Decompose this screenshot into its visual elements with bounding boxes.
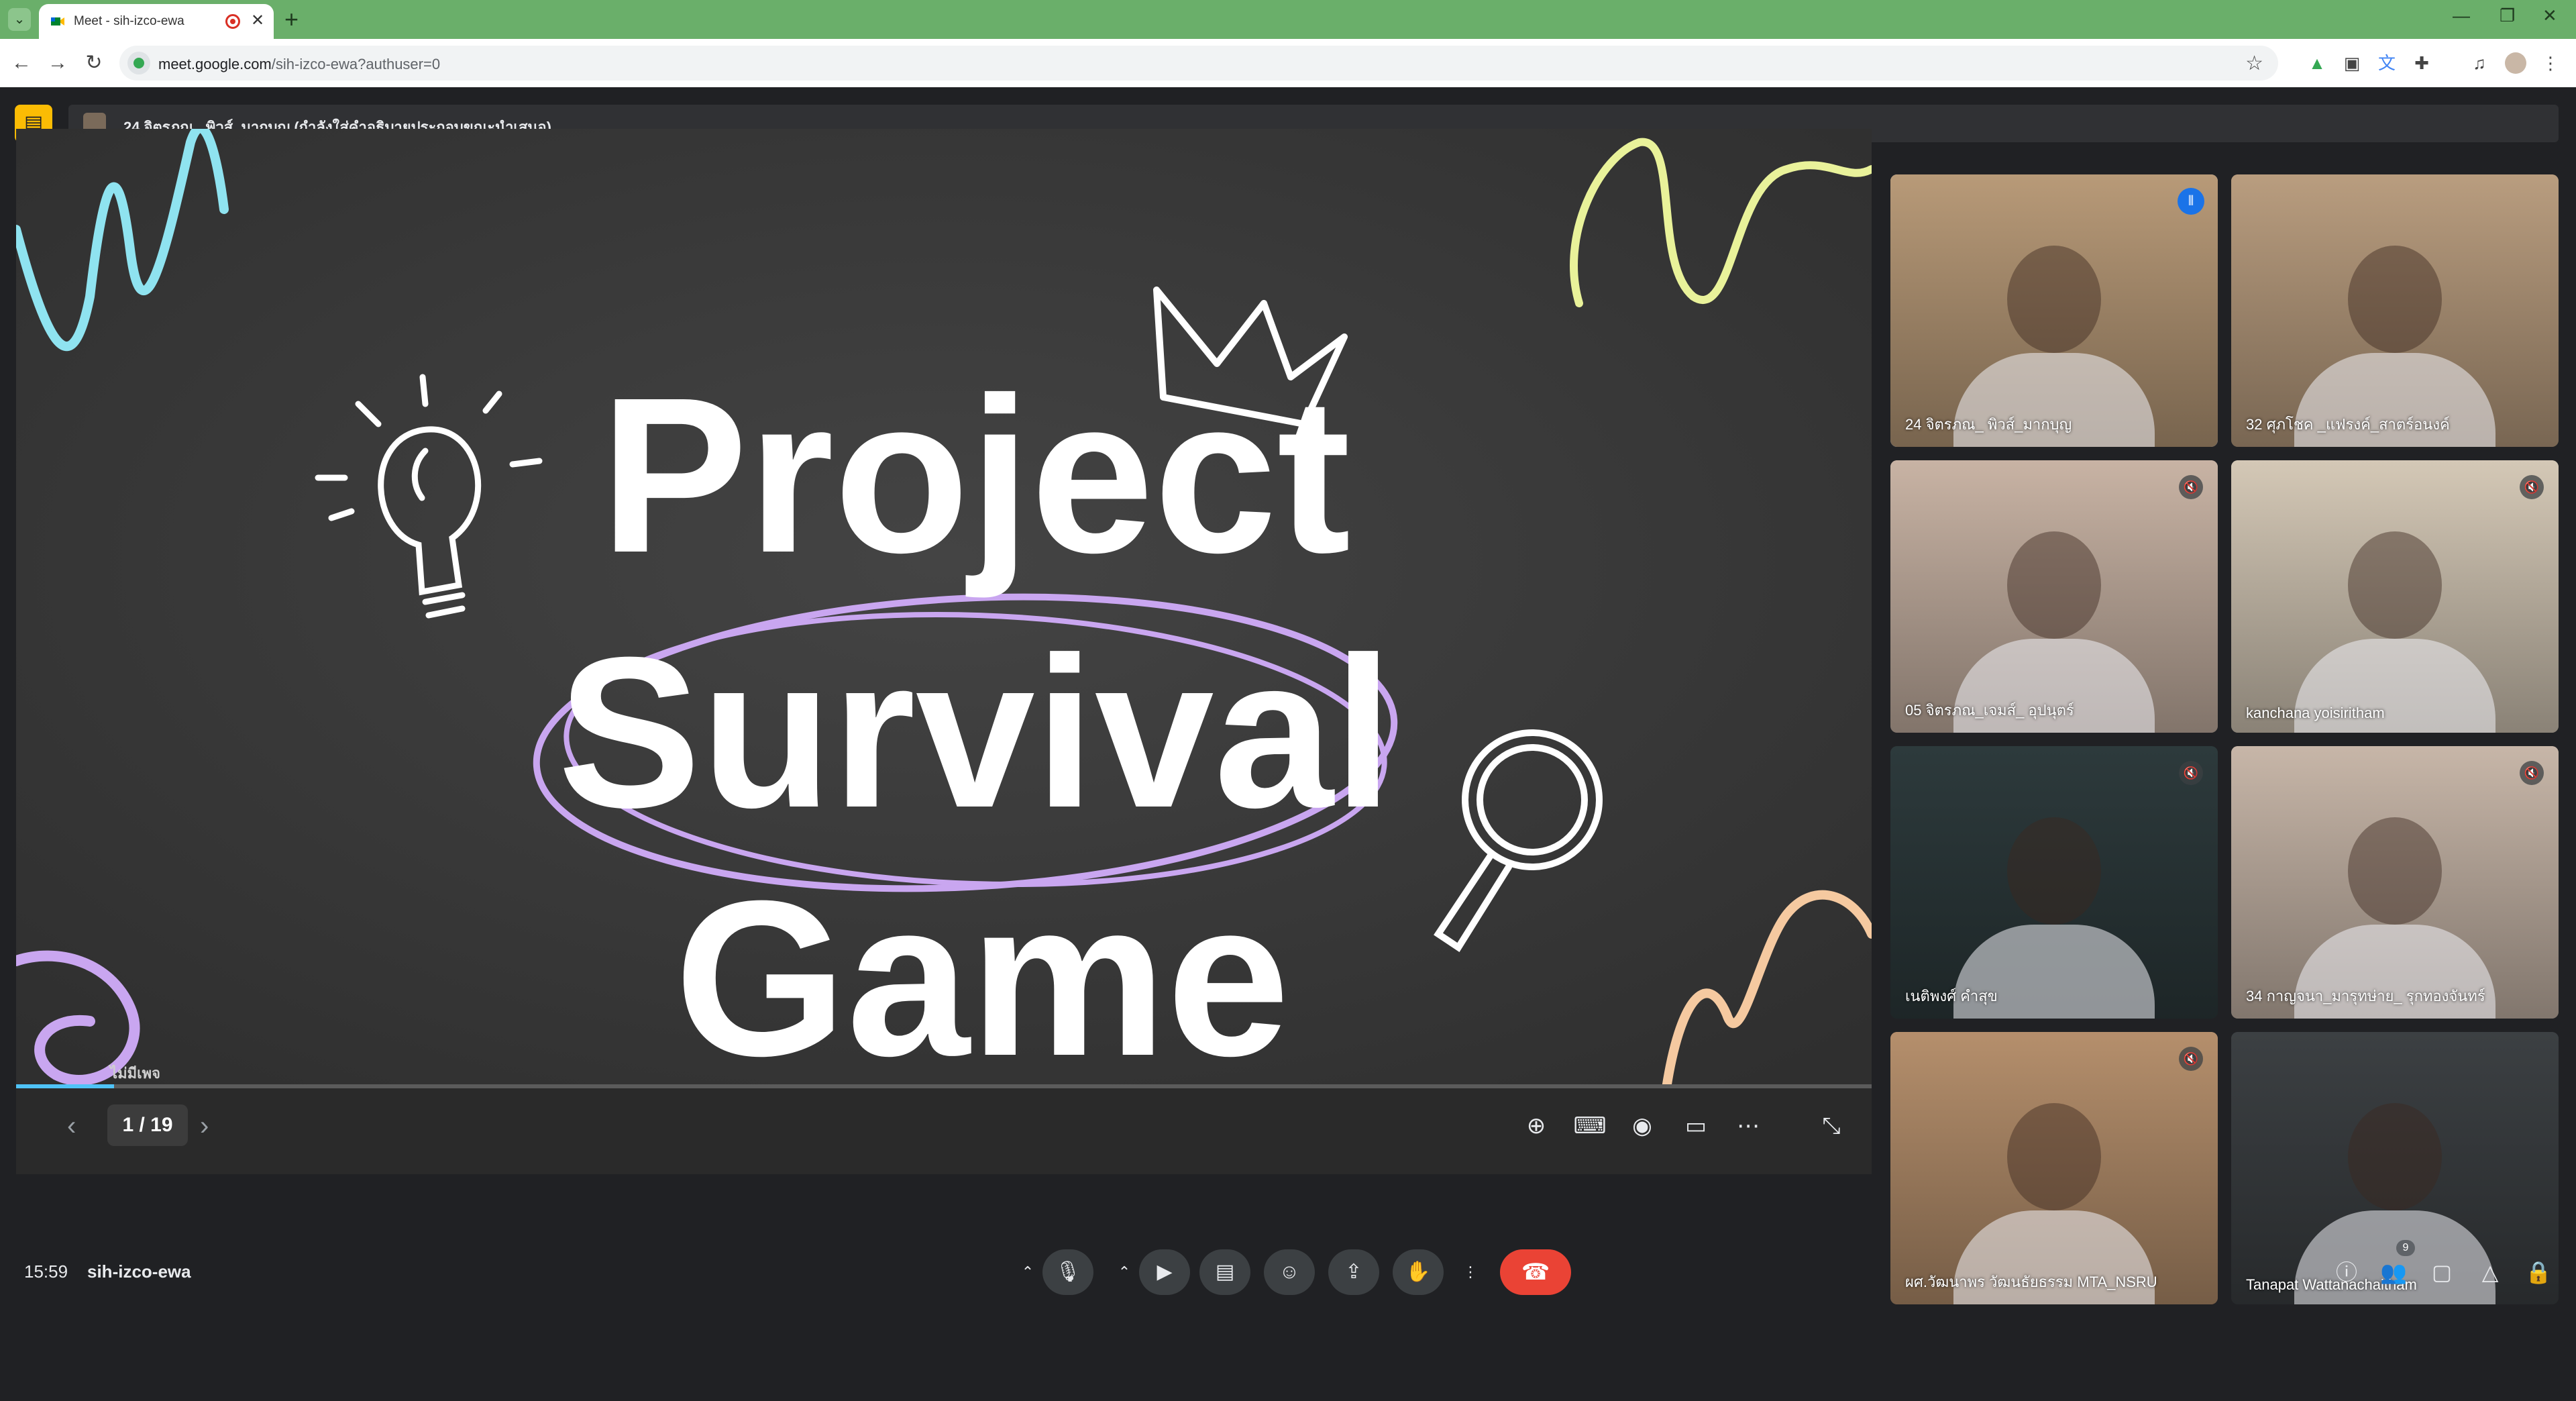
participant-silhouette — [2348, 531, 2442, 639]
participant-tile[interactable]: 🔇 ผศ.วัฒนาพร วัฒนธัยธรรม MTA_NSRU — [1890, 1032, 2218, 1304]
close-window-button[interactable]: ✕ — [2542, 5, 2557, 26]
back-icon[interactable]: ← — [7, 48, 36, 78]
profile-avatar[interactable] — [2505, 52, 2526, 74]
participant-tile[interactable]: 32 ศุภโชค _แฟรงค์_สาตร์อนงค์ — [2231, 174, 2559, 447]
chat-icon[interactable]: ▢ — [2419, 1249, 2465, 1295]
emoji-button[interactable]: ☺ — [1264, 1249, 1315, 1295]
muted-mic-icon: 🔇 — [2520, 475, 2544, 499]
slide-controls: ‹ 1 / 19 › ⊕ ⌨ ◉ ▭ ⋯ ⤡ — [16, 1088, 1872, 1174]
bookmark-star-icon[interactable]: ☆ — [2245, 52, 2263, 75]
restore-button[interactable]: ❐ — [2500, 5, 2515, 26]
participant-name: kanchana yoisiritham — [2246, 705, 2385, 721]
participant-silhouette — [2007, 531, 2101, 639]
people-icon[interactable]: 👥 — [2371, 1249, 2416, 1295]
keyboard-icon[interactable]: ⌨ — [1572, 1108, 1607, 1143]
broadcast-icon[interactable]: ◉ — [1625, 1108, 1660, 1143]
browser-menu-icon[interactable]: ⋮ — [2540, 52, 2561, 74]
page-label: ไม่มีเพจ — [110, 1065, 160, 1082]
participant-silhouette — [2007, 1102, 2101, 1210]
next-slide-icon[interactable]: › — [200, 1111, 209, 1141]
activities-icon[interactable]: △ — [2467, 1249, 2513, 1295]
slide-title-line-2: Survival — [557, 612, 1393, 852]
switch-window-icon[interactable]: ▭ — [1678, 1108, 1713, 1143]
participant-name: ผศ.วัฒนาพร วัฒนธัยธรรม MTA_NSRU — [1905, 1274, 2157, 1290]
media-control-icon[interactable]: ♫ — [2469, 52, 2490, 74]
participant-silhouette — [2348, 817, 2442, 925]
participant-name: 34 กาญจนา_มารุทษ่าย_ รุกทองจันทร์ — [2246, 988, 2485, 1004]
recording-icon — [225, 14, 240, 29]
address-bar[interactable]: meet.google.com/sih-izco-ewa?authuser=0 … — [119, 46, 2278, 81]
microphone-button[interactable]: 🎙 — [1042, 1249, 1093, 1295]
participant-name: 05 จิตรภณ_เจมส์_ อุปนุตร์ — [1905, 702, 2074, 719]
translate-extension-icon[interactable]: 文 — [2376, 52, 2398, 74]
site-info-icon[interactable] — [127, 52, 150, 74]
tab-close-icon[interactable]: ✕ — [251, 11, 264, 30]
muted-mic-icon: 🔇 — [2520, 761, 2544, 785]
prev-slide-icon[interactable]: ‹ — [67, 1111, 76, 1141]
participant-tile[interactable]: ⦀ 24 จิตรภณ_ พิวส์_มากบุญ — [1890, 174, 2218, 447]
new-tab-button[interactable]: + — [284, 5, 299, 34]
participant-name: 32 ศุภโชค _แฟรงค์_สาตร์อนงค์ — [2246, 416, 2450, 433]
muted-mic-icon: 🔇 — [2179, 1047, 2203, 1071]
participant-silhouette — [2007, 245, 2101, 353]
minimize-button[interactable]: — — [2453, 5, 2470, 26]
end-call-button[interactable]: ☎ — [1500, 1249, 1571, 1295]
audio-options-chevron-icon[interactable]: ⌃ — [1013, 1249, 1042, 1295]
participant-silhouette — [2007, 817, 2101, 925]
presentation-slide[interactable]: Project Survival Game ไม่มีเพจ ‹ 1 / 19 … — [16, 129, 1872, 1174]
participant-tile[interactable]: 🔇 34 กาญจนา_มารุทษ่าย_ รุกทองจันทร์ — [2231, 746, 2559, 1019]
host-controls-icon[interactable]: 🔒 — [2516, 1249, 2561, 1295]
minimize-slide-icon[interactable]: ⤡ — [1814, 1108, 1849, 1143]
drive-extension-icon[interactable]: ▲ — [2306, 52, 2328, 74]
meeting-info-icon[interactable]: ⓘ — [2324, 1249, 2369, 1295]
tab-title: Meet - sih-izco-ewa — [74, 14, 184, 28]
more-options-icon[interactable]: ⋯ — [1731, 1108, 1766, 1143]
present-button[interactable]: ⇪ — [1328, 1249, 1379, 1295]
meeting-code[interactable]: sih-izco-ewa — [87, 1261, 191, 1282]
participant-name: เนติพงศ์ คำสุข — [1905, 988, 1998, 1004]
slide-title-line-3: Game — [674, 854, 1289, 1088]
meet-favicon-icon — [51, 17, 64, 25]
participant-tile[interactable]: 🔇 kanchana yoisiritham — [2231, 460, 2559, 733]
extensions-puzzle-icon[interactable]: ✚ — [2411, 52, 2432, 74]
video-options-chevron-icon[interactable]: ⌃ — [1110, 1249, 1139, 1295]
raise-hand-button[interactable]: ✋ — [1393, 1249, 1444, 1295]
participant-count-badge: 9 — [2396, 1240, 2415, 1256]
page-counter[interactable]: 1 / 19 — [107, 1104, 188, 1146]
participant-silhouette — [2348, 1102, 2442, 1210]
extension-icon[interactable]: ▣ — [2341, 52, 2363, 74]
participant-name: 24 จิตรภณ_ พิวส์_มากบุญ — [1905, 416, 2072, 433]
participant-silhouette — [2348, 245, 2442, 353]
clock: 15:59 — [24, 1261, 68, 1282]
camera-button[interactable]: ▶ — [1139, 1249, 1190, 1295]
browser-tab-bar: ⌄ Meet - sih-izco-ewa ✕ + — ❐ ✕ — [0, 0, 2576, 39]
browser-toolbar: ← → ↻ meet.google.com/sih-izco-ewa?authu… — [0, 39, 2576, 87]
browser-tab-meet[interactable]: Meet - sih-izco-ewa ✕ — [39, 4, 274, 39]
url-text: meet.google.com/sih-izco-ewa?authuser=0 — [158, 56, 441, 72]
slide-artwork: Project Survival Game — [16, 129, 1872, 1088]
reload-icon[interactable]: ↻ — [79, 48, 109, 78]
muted-mic-icon: 🔇 — [2179, 475, 2203, 499]
speaking-indicator-icon: ⦀ — [2178, 188, 2204, 215]
participant-tile[interactable]: 🔇 เนติพงศ์ คำสุข — [1890, 746, 2218, 1019]
captions-button[interactable]: ▤ — [1199, 1249, 1250, 1295]
zoom-in-icon[interactable]: ⊕ — [1519, 1108, 1554, 1143]
muted-mic-icon: 🔇 — [2179, 761, 2203, 785]
more-button[interactable]: ⋮ — [1456, 1249, 1485, 1295]
slide-title-line-1: Project — [600, 351, 1351, 600]
participant-tile[interactable]: 🔇 05 จิตรภณ_เจมส์_ อุปนุตร์ — [1890, 460, 2218, 733]
tab-search-icon[interactable]: ⌄ — [8, 8, 31, 31]
forward-icon[interactable]: → — [43, 48, 72, 78]
